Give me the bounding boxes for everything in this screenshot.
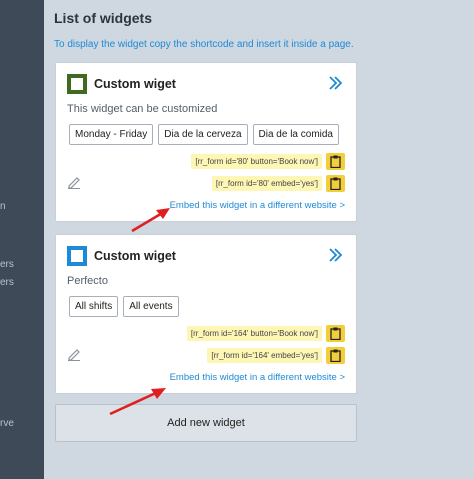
- annotation-arrows: [109, 208, 170, 416]
- annotation-arrow-icon: [109, 388, 166, 416]
- annotation-arrow-icon: [131, 208, 170, 233]
